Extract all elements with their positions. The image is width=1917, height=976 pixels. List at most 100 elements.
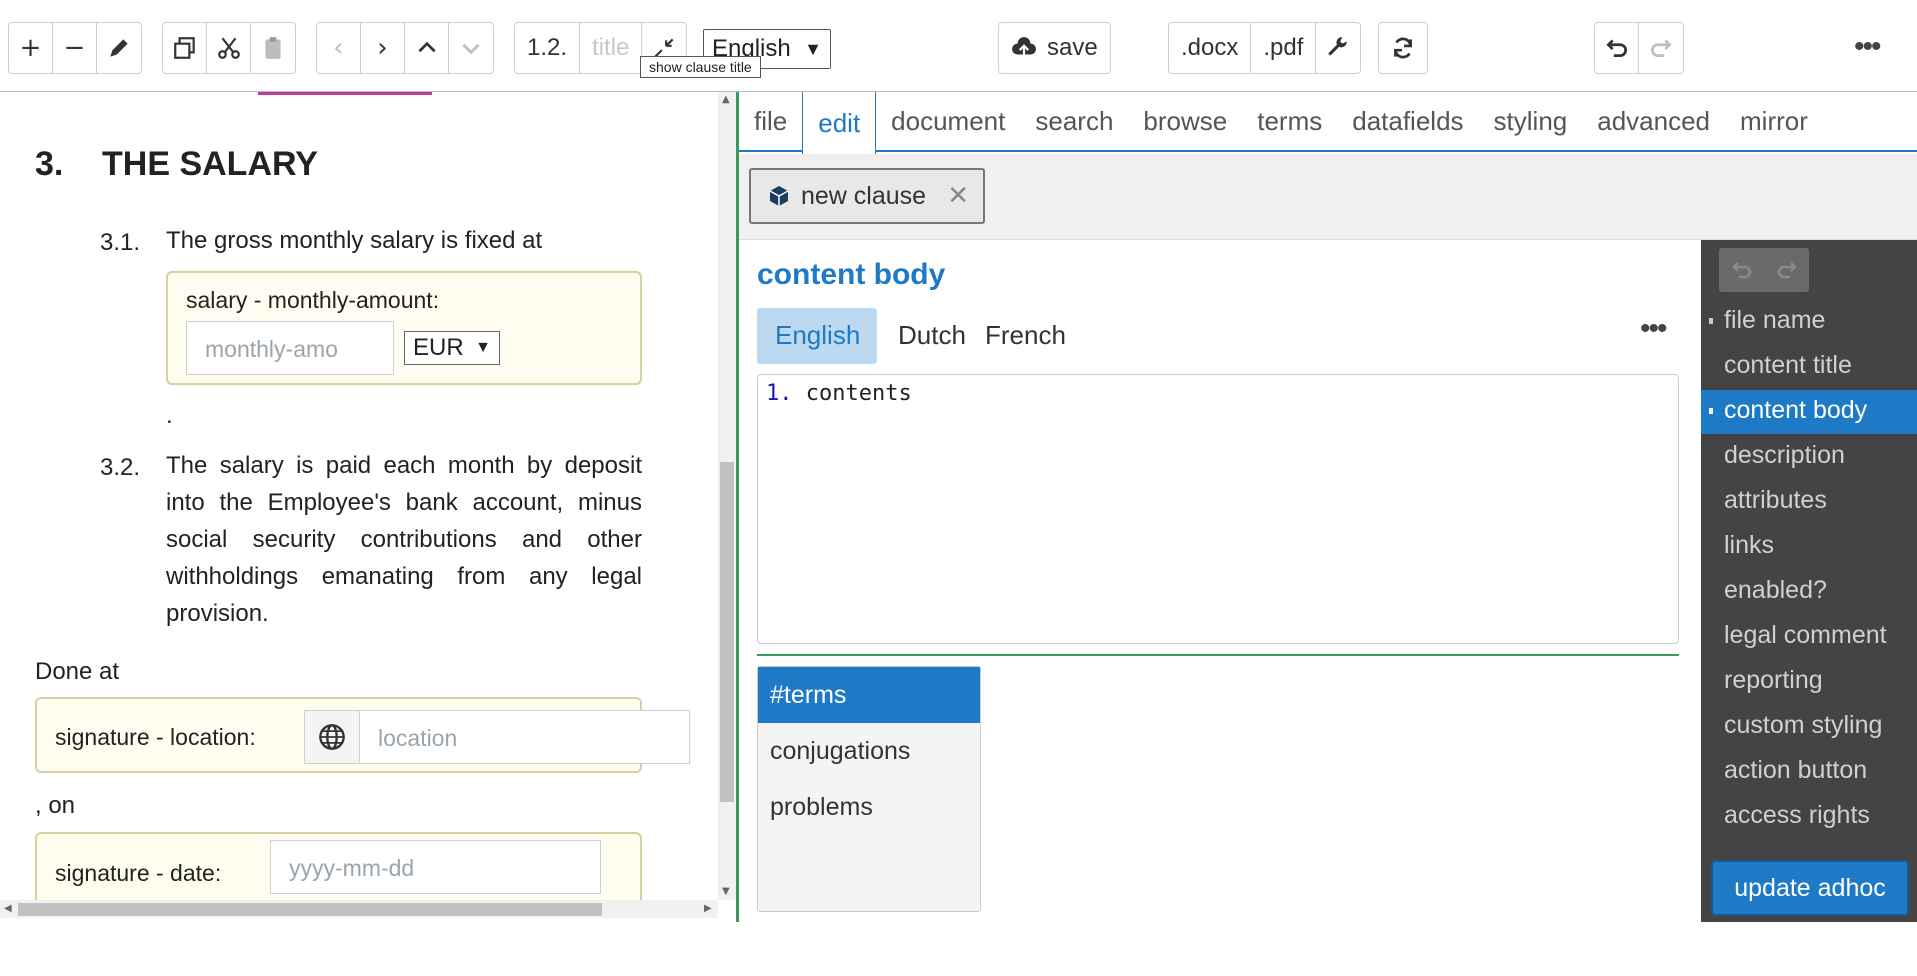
tab-terms[interactable]: terms [1242,92,1337,150]
salary-datafield: salary - monthly-amount: monthly-amo EUR… [166,271,642,385]
dropdown-arrow-icon: ▼ [475,339,491,356]
side-item-attributes[interactable]: attributes [1701,480,1917,524]
tab-document[interactable]: document [876,92,1020,150]
side-item-description[interactable]: description [1701,435,1917,479]
section-title: THE SALARY [102,145,318,183]
tooltip: show clause title [640,56,761,78]
redo-icon[interactable] [1639,23,1683,73]
pencil-icon[interactable] [97,23,141,73]
clause-tabs-bar: new clause ✕ [739,154,1917,240]
redo-icon[interactable] [1764,248,1809,292]
more-options-icon[interactable]: ••• [1854,30,1881,64]
undo-icon[interactable] [1595,23,1639,73]
side-item-reporting[interactable]: reporting [1701,660,1917,704]
side-item-access-rights[interactable]: access rights [1701,795,1917,839]
side-item-label: links [1724,531,1775,559]
clause-text: The salary is paid each month by deposit… [166,452,642,627]
undo-icon[interactable] [1719,248,1764,292]
currency-select[interactable]: EUR ▼ [404,331,500,365]
location-input[interactable]: location [359,710,690,764]
document-vertical-scrollbar[interactable]: ▲ ▼ [718,92,736,900]
side-item-legal-comment[interactable]: legal comment [1701,615,1917,659]
add-icon[interactable]: + [9,23,53,73]
chevron-down-icon[interactable] [449,23,493,73]
lang-tab-french[interactable]: French [967,308,1084,364]
navigation-group: ‹ › [316,22,494,74]
document-horizontal-scrollbar[interactable]: ◀ ▶ [0,900,718,918]
side-item-content-body[interactable]: content body [1701,390,1917,434]
list-item-conjugations[interactable]: conjugations [758,723,980,779]
refresh-group [1378,22,1428,74]
chevron-left-icon[interactable]: ‹ [317,23,361,73]
side-item-label: custom styling [1724,711,1883,739]
list-item-problems[interactable]: problems [758,779,980,835]
remove-icon[interactable]: − [53,23,97,73]
clause-number[interactable]: 1.2. [515,23,581,73]
copy-icon[interactable] [163,23,207,73]
currency-value: EUR [413,334,464,361]
tab-mirror[interactable]: mirror [1725,92,1823,150]
tab-file[interactable]: file [739,92,802,150]
pdf-button[interactable]: .pdf [1251,23,1317,73]
tab-advanced[interactable]: advanced [1582,92,1725,150]
side-item-content-title[interactable]: content title [1701,345,1917,389]
tab-datafields[interactable]: datafields [1337,92,1478,150]
paste-icon[interactable] [251,23,295,73]
side-item-custom-styling[interactable]: custom styling [1701,705,1917,749]
date-label: signature - date: [55,860,222,886]
separator [757,654,1679,656]
scroll-down-icon[interactable]: ▼ [722,886,730,897]
side-item-enabled[interactable]: enabled? [1701,570,1917,614]
cut-icon[interactable] [207,23,251,73]
new-clause-tab[interactable]: new clause ✕ [749,168,985,224]
bottom-list: #terms conjugations problems [757,666,981,912]
document-preview: 3. THE SALARY 3.1. The gross monthly sal… [0,92,718,900]
globe-icon[interactable] [304,710,360,764]
content-editor[interactable]: 1. contents [757,374,1679,644]
side-item-file-name[interactable]: file name [1701,300,1917,344]
list-item-terms[interactable]: #terms [758,667,980,723]
date-input[interactable]: yyyy-mm-dd [270,840,601,894]
update-adhoc-button[interactable]: update adhoc [1711,860,1909,916]
cloud-upload-icon [1012,37,1036,57]
side-item-label: reporting [1724,666,1823,694]
toolbar: + − ‹ › 1.2. title English ▼ show clause… [0,0,1917,92]
code-text: contents [805,381,912,406]
tab-search[interactable]: search [1020,92,1128,150]
new-clause-label: new clause [801,181,927,210]
scroll-up-icon[interactable]: ▲ [722,94,730,105]
section-number: 3. [35,145,64,183]
clause-number: 3.1. [100,229,141,256]
side-item-label: file name [1724,306,1826,334]
clause-title-placeholder[interactable]: title [580,23,643,73]
scrollbar-thumb[interactable] [18,903,602,916]
clipboard-group [162,22,296,74]
export-group: .docx .pdf [1168,22,1362,74]
chevron-up-icon[interactable] [405,23,449,73]
tab-styling[interactable]: styling [1479,92,1583,150]
wrench-icon[interactable] [1316,23,1360,73]
lang-tab-english[interactable]: English [757,308,877,364]
salary-amount-input[interactable]: monthly-amo [186,321,394,375]
refresh-icon[interactable] [1379,23,1427,73]
scroll-left-icon[interactable]: ◀ [4,903,12,914]
tab-browse[interactable]: browse [1128,92,1242,150]
main-tabs: file edit document search browse terms d… [739,92,1917,154]
side-item-label: content body [1724,396,1868,424]
line-number: 1. [766,381,793,406]
side-item-action-button[interactable]: action button [1701,750,1917,794]
save-button[interactable]: save [999,23,1110,73]
chevron-right-icon[interactable]: › [361,23,405,73]
period-text: . [166,402,173,429]
tab-edit[interactable]: edit [802,92,877,154]
scroll-right-icon[interactable]: ▶ [704,903,712,914]
close-icon[interactable]: ✕ [947,180,969,211]
selection-marker [258,92,432,95]
scrollbar-thumb[interactable] [720,462,734,802]
side-item-links[interactable]: links [1701,525,1917,569]
more-options-icon[interactable]: ••• [1640,312,1667,346]
content-heading: content body [757,258,946,291]
side-item-label: content title [1724,351,1852,379]
docx-button[interactable]: .docx [1169,23,1252,73]
cube-icon [769,186,789,206]
